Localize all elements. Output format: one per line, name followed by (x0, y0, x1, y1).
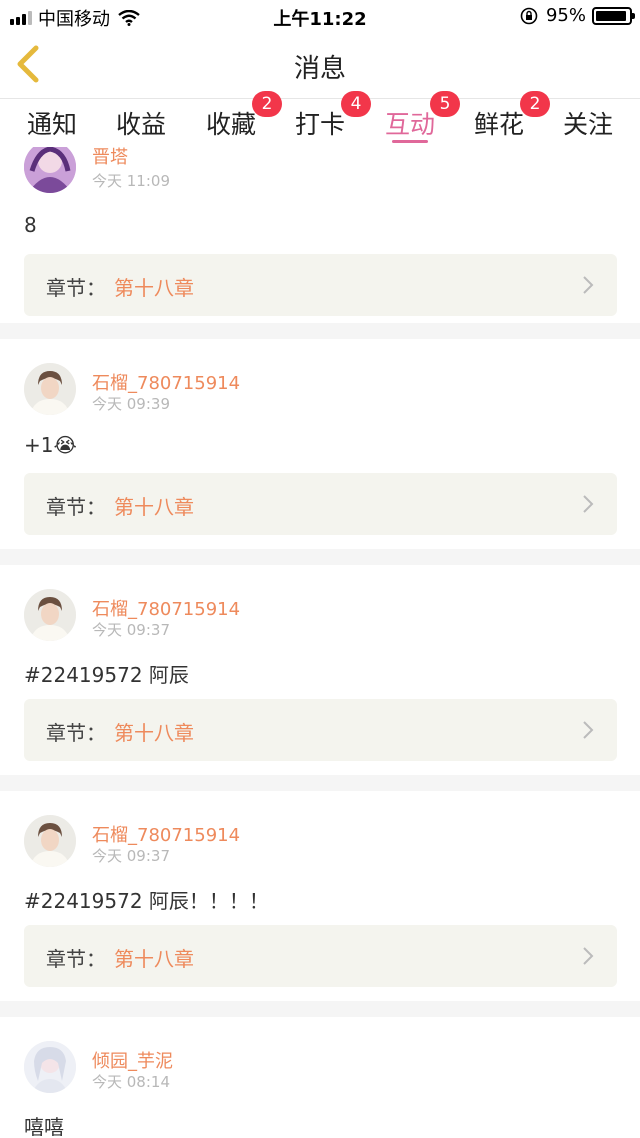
card-separator (0, 775, 640, 791)
chapter-label: 章节： (46, 495, 106, 519)
status-left: 中国移动 (10, 5, 140, 31)
tab-follow[interactable]: 关注 (562, 105, 614, 145)
badge-favorites: 2 (252, 91, 282, 117)
avatar[interactable] (24, 363, 76, 415)
rotation-lock-icon (520, 7, 538, 24)
avatar[interactable] (24, 815, 76, 867)
battery-icon (592, 6, 635, 25)
message-content: 嘻嘻 (24, 1115, 64, 1138)
timestamp: 今天 09:37 (92, 621, 170, 639)
username[interactable]: 倾园_芋泥 (92, 1047, 173, 1073)
tab-label: 打卡 (294, 110, 345, 139)
avatar-image (24, 147, 76, 193)
timestamp: 今天 08:14 (92, 1073, 170, 1091)
battery-percent: 95% (545, 5, 586, 26)
chevron-right-icon (583, 276, 594, 294)
chapter-name: 第十八章 (114, 947, 194, 971)
status-right: 95% (520, 5, 635, 26)
message-card: 石榴_780715914 今天 09:39 +1😭 章节： 第十八章 (0, 339, 640, 549)
chapter-link[interactable]: 章节： 第十八章 (24, 254, 617, 316)
message-card: 倾园_芋泥 今天 08:14 嘻嘻 (0, 1017, 640, 1138)
tab-earnings[interactable]: 收益 (115, 105, 167, 145)
back-arrow-icon[interactable] (12, 44, 48, 84)
tab-favorites[interactable]: 收藏 (205, 105, 257, 145)
username[interactable]: 石榴_780715914 (92, 369, 240, 395)
chapter-link[interactable]: 章节： 第十八章 (24, 699, 617, 761)
message-content: #22419572 阿辰 (24, 663, 189, 687)
tab-interaction[interactable]: 互动 (384, 105, 436, 145)
page-title: 消息 (293, 54, 346, 84)
tab-label: 收藏 (205, 110, 256, 139)
avatar-image (24, 589, 76, 641)
message-content: +1😭 (24, 433, 77, 457)
message-card: 石榴_780715914 今天 09:37 #22419572 阿辰 章节： 第… (0, 565, 640, 775)
message-list[interactable]: 晋塔 今天 11:09 8 章节： 第十八章 石榴_780715914 今天 0… (0, 147, 640, 1138)
tab-label: 互动 (384, 110, 435, 139)
message-card: 石榴_780715914 今天 09:37 #22419572 阿辰！！！！ 章… (0, 791, 640, 1001)
chapter-label: 章节： (46, 276, 106, 300)
avatar-image (24, 815, 76, 867)
signal-icon (10, 11, 32, 25)
chevron-right-icon (583, 495, 594, 513)
status-bar: 中国移动 上午11:22 95% (0, 0, 640, 32)
message-content: #22419572 阿辰！！！！ (24, 889, 269, 913)
tab-label: 鲜花 (473, 110, 524, 139)
username[interactable]: 晋塔 (92, 147, 128, 169)
tab-notifications[interactable]: 通知 (26, 105, 78, 145)
chapter-name: 第十八章 (114, 495, 194, 519)
chapter-name: 第十八章 (114, 276, 194, 300)
active-tab-indicator (392, 140, 428, 143)
tab-checkin[interactable]: 打卡 (294, 105, 346, 145)
avatar[interactable] (24, 589, 76, 641)
badge-interaction: 5 (430, 91, 460, 117)
card-separator (0, 1001, 640, 1017)
badge-flowers: 2 (520, 91, 550, 117)
message-card: 晋塔 今天 11:09 8 章节： 第十八章 (0, 147, 640, 323)
chapter-link[interactable]: 章节： 第十八章 (24, 473, 617, 535)
tab-label: 关注 (562, 110, 613, 139)
timestamp: 今天 09:39 (92, 395, 170, 413)
badge-checkin: 4 (341, 91, 371, 117)
tab-label: 收益 (115, 110, 166, 139)
tab-flowers[interactable]: 鲜花 (473, 105, 525, 145)
message-content: 8 (24, 213, 37, 237)
avatar[interactable] (24, 1041, 76, 1093)
card-separator (0, 549, 640, 565)
nav-bar: 消息 (0, 32, 640, 98)
username[interactable]: 石榴_780715914 (92, 821, 240, 847)
tab-bar: 通知 收益 收藏 2 打卡 4 互动 5 鲜花 2 关注 (0, 91, 640, 147)
card-separator (0, 323, 640, 339)
chapter-name: 第十八章 (114, 721, 194, 745)
username[interactable]: 石榴_780715914 (92, 595, 240, 621)
chapter-link[interactable]: 章节： 第十八章 (24, 925, 617, 987)
wifi-icon (118, 10, 140, 26)
tab-label: 通知 (26, 110, 77, 139)
chevron-right-icon (583, 947, 594, 965)
timestamp: 今天 09:37 (92, 847, 170, 865)
timestamp: 今天 11:09 (92, 172, 170, 190)
chevron-right-icon (583, 721, 594, 739)
chapter-label: 章节： (46, 947, 106, 971)
carrier-label: 中国移动 (38, 9, 110, 30)
avatar[interactable] (24, 147, 76, 193)
avatar-image (24, 363, 76, 415)
avatar-image (24, 1041, 76, 1093)
chapter-label: 章节： (46, 721, 106, 745)
